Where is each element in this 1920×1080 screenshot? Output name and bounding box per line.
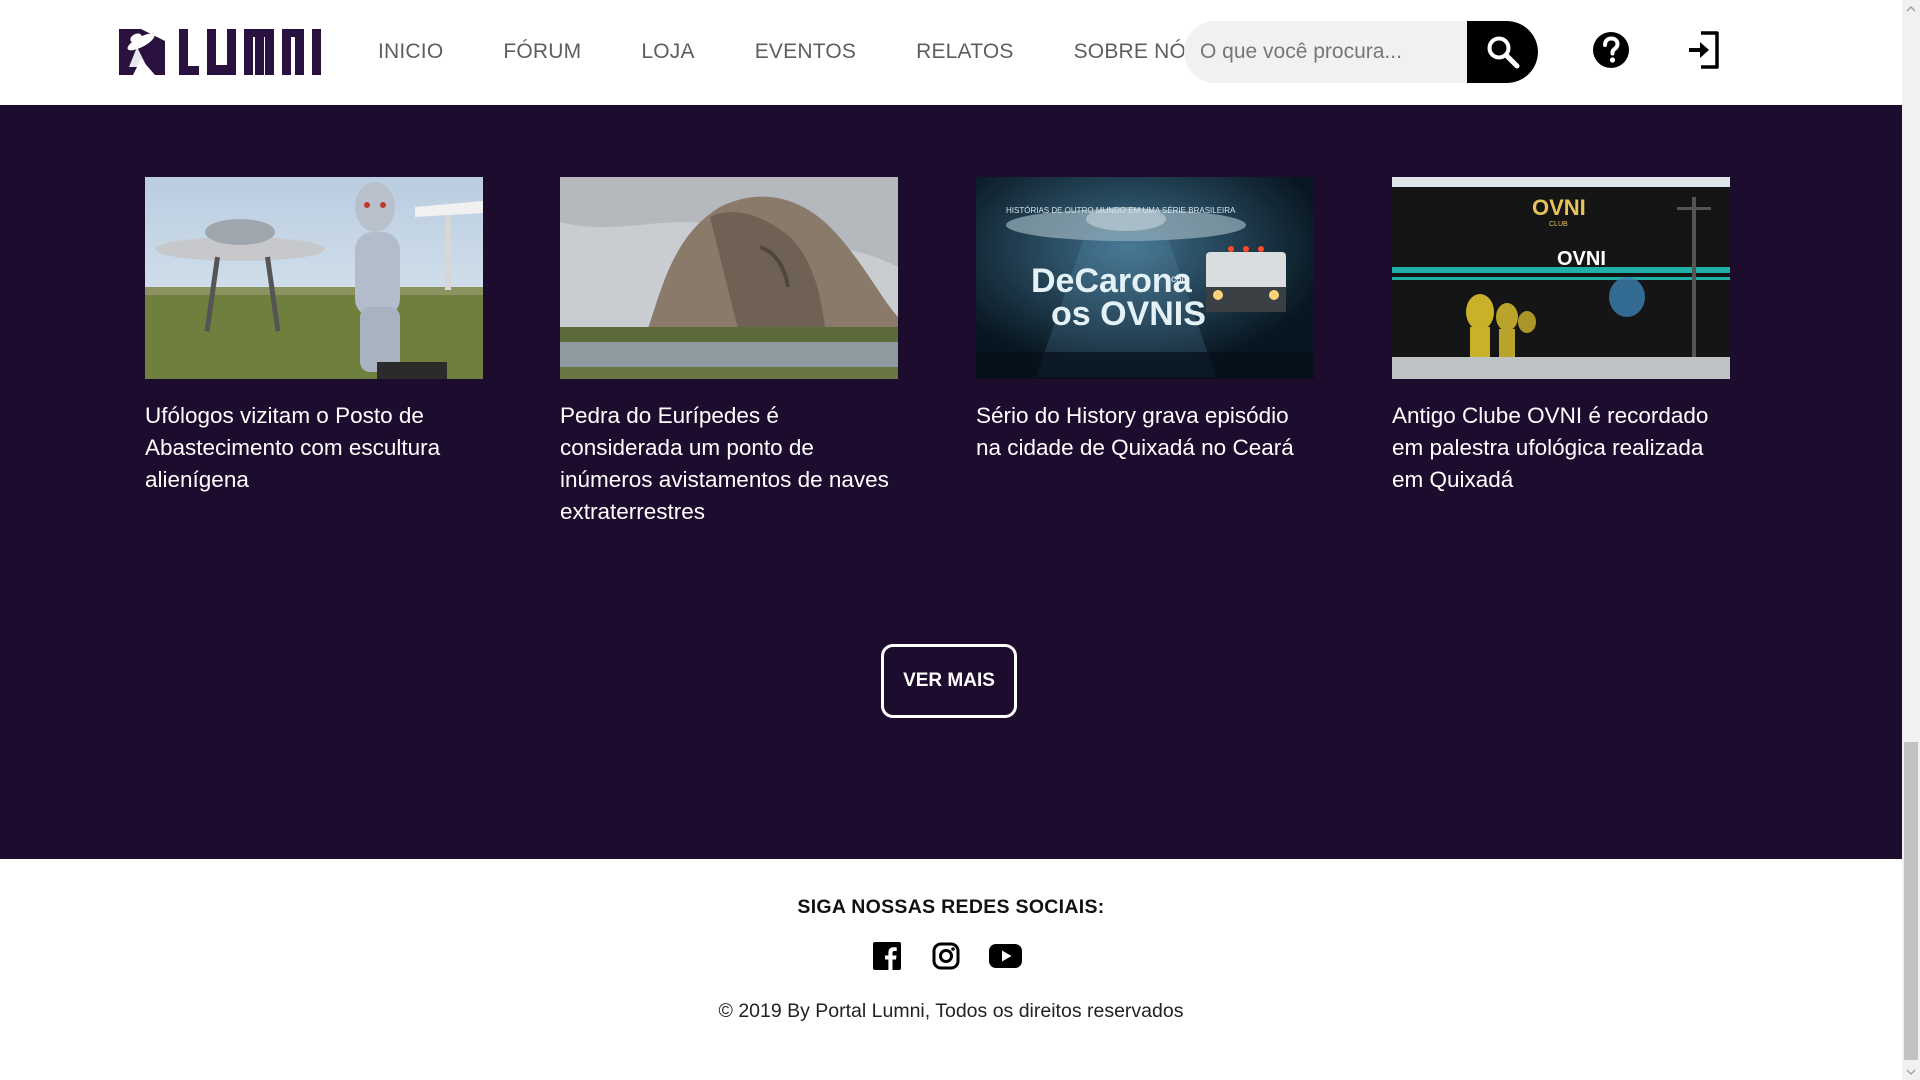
copyright-text: © 2019 By Portal Lumni, Todos os direito… (718, 1000, 1184, 1022)
article-image-rock[interactable] (560, 177, 898, 379)
poster-caption: HISTÓRIAS DE OUTRO MUNDO EM UMA SÉRIE BR… (1006, 206, 1236, 215)
news-section: Ufólogos vizitam o Posto de Abasteciment… (0, 105, 1902, 859)
article-title[interactable]: Antigo Clube OVNI é recordado em palestr… (1392, 400, 1730, 496)
nav-relatos[interactable]: RELATOS (916, 40, 1014, 64)
sign-in-icon (1689, 31, 1719, 69)
article-image-series-poster[interactable]: HISTÓRIAS DE OUTRO MUNDO EM UMA SÉRIE BR… (976, 177, 1314, 379)
login-button[interactable] (1687, 30, 1721, 70)
social-links (873, 942, 1022, 975)
article-title[interactable]: Ufólogos vizitam o Posto de Abasteciment… (145, 400, 483, 496)
scroll-up-arrow-icon[interactable] (1902, 0, 1920, 17)
nav-inicio[interactable]: INICIO (378, 40, 443, 64)
social-heading: SIGA NOSSAS REDES SOCIAIS: (797, 896, 1105, 918)
article-image-club[interactable]: OVNI CLUB OVNI (1392, 177, 1730, 379)
ver-mais-button[interactable]: VER MAIS (881, 644, 1017, 718)
club-sign: OVNI (1532, 195, 1586, 220)
rock-landscape-image (560, 177, 898, 379)
poster-title-2: os OVNIS (1051, 295, 1206, 333)
facebook-icon[interactable] (873, 942, 901, 975)
nav-forum[interactable]: FÓRUM (503, 40, 581, 64)
search-button[interactable] (1467, 21, 1538, 83)
article-image-alien-sculpture[interactable] (145, 177, 483, 379)
article-card[interactable]: Ufólogos vizitam o Posto de Abasteciment… (145, 177, 483, 496)
series-poster-image: HISTÓRIAS DE OUTRO MUNDO EM UMA SÉRIE BR… (976, 177, 1314, 379)
lumni-logo-mark (119, 29, 321, 75)
nav-loja[interactable]: LOJA (641, 40, 694, 64)
article-title[interactable]: Pedra do Eurípedes é considerada um pont… (560, 400, 898, 528)
article-card[interactable]: OVNI CLUB OVNI Antigo Clube OVNI é recor… (1392, 177, 1730, 496)
article-card[interactable]: HISTÓRIAS DE OUTRO MUNDO EM UMA SÉRIE BR… (976, 177, 1314, 464)
scrollbar-thumb[interactable] (1904, 742, 1918, 1060)
club-wall-text: OVNI (1557, 248, 1606, 270)
nav-eventos[interactable]: EVENTOS (755, 40, 856, 64)
search-icon (1487, 36, 1519, 69)
page-scrollbar[interactable] (1902, 0, 1920, 1080)
club-sign-sub: CLUB (1549, 221, 1568, 228)
youtube-icon[interactable] (989, 944, 1022, 973)
article-title[interactable]: Sério do History grava episódio na cidad… (976, 400, 1314, 464)
help-button[interactable] (1592, 31, 1630, 69)
alien-sculpture-image (145, 177, 483, 379)
main-nav: INICIO FÓRUM LOJA EVENTOS RELATOS SOBRE … (378, 40, 1200, 64)
scroll-down-arrow-icon[interactable] (1902, 1063, 1920, 1080)
poster-title-small: com (1171, 274, 1190, 285)
lumni-logo[interactable] (119, 25, 329, 79)
site-header: INICIO FÓRUM LOJA EVENTOS RELATOS SOBRE … (0, 0, 1902, 105)
article-card[interactable]: Pedra do Eurípedes é considerada um pont… (560, 177, 898, 528)
site-footer: SIGA NOSSAS REDES SOCIAIS: © 2019 By Por… (0, 859, 1902, 1080)
search-input[interactable] (1184, 21, 1468, 83)
club-building-image: OVNI CLUB OVNI (1392, 177, 1730, 379)
instagram-icon[interactable] (932, 942, 960, 975)
help-circle-icon (1593, 32, 1629, 68)
search-bar (1184, 21, 1538, 83)
nav-sobre-nos[interactable]: SOBRE NÓS (1074, 40, 1201, 64)
